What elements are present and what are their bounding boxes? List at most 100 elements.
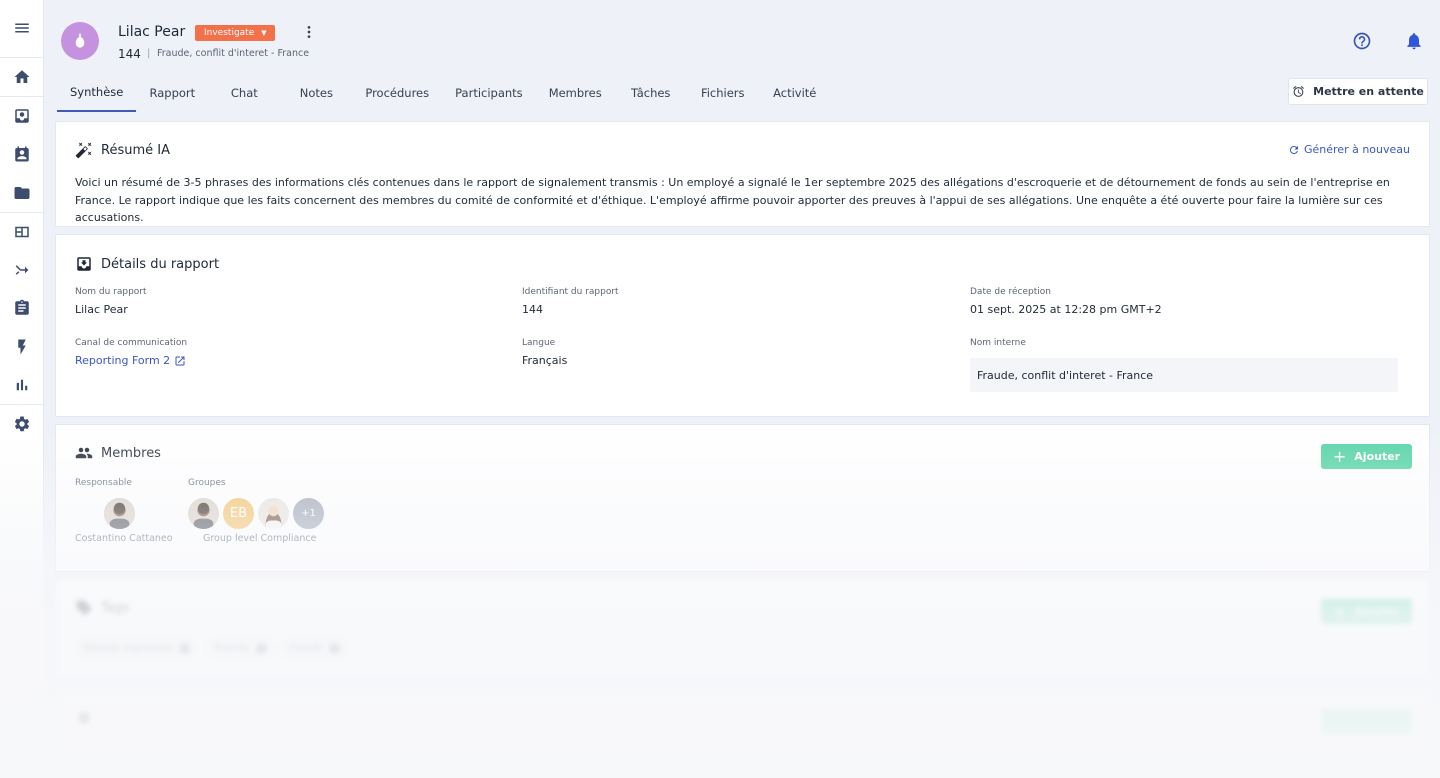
remove-tag-icon[interactable] (178, 642, 190, 654)
tab-activite[interactable]: Activité (759, 74, 831, 112)
tag-chip[interactable]: Fraude (281, 637, 349, 659)
contact-calendar-icon[interactable] (0, 135, 44, 173)
sidebar (0, 0, 44, 778)
language-label: Langue (522, 338, 556, 348)
group-name: Group level Compliance (203, 533, 317, 544)
responsible-name: Costantino Cattaneo (75, 533, 173, 544)
hold-button-label: Mettre en attente (1313, 85, 1424, 98)
bell-icon[interactable] (1404, 31, 1424, 51)
download-box-icon (77, 257, 91, 271)
case-separator: | (147, 48, 151, 59)
more-options-button[interactable] (301, 22, 317, 42)
people-icon (75, 447, 93, 459)
next-section-button[interactable] (1321, 709, 1412, 734)
tab-participants[interactable]: Participants (442, 74, 536, 112)
case-subtitle: Fraude, conflit d'interet - France (157, 48, 310, 59)
pear-icon (75, 33, 85, 48)
tab-rapport[interactable]: Rapport (136, 74, 208, 112)
report-details-card: Détails du rapport Nom du rapport Lilac … (55, 234, 1430, 417)
refresh-icon (1290, 145, 1298, 154)
status-label: Investigate (204, 28, 255, 38)
folder-icon[interactable] (0, 174, 44, 212)
home-icon[interactable] (0, 58, 44, 96)
table-icon[interactable] (0, 213, 44, 251)
tags-header: Tags (75, 599, 130, 617)
merge-icon[interactable] (0, 251, 44, 289)
help-icon[interactable] (1352, 31, 1372, 51)
tab-membres[interactable]: Membres (536, 74, 615, 112)
internal-name-label: Nom interne (970, 338, 1026, 348)
add-tag-label: Ajouter (1354, 605, 1401, 618)
plus-icon: + (1332, 446, 1347, 466)
gear-icon[interactable] (0, 405, 44, 443)
status-dropdown[interactable]: Investigate ▼ (195, 25, 275, 41)
received-date-label: Date de réception (970, 287, 1051, 297)
report-id-label: Identifiant du rapport (522, 287, 619, 297)
tag-label: Priority (214, 642, 250, 654)
person-photo-icon (188, 498, 219, 529)
received-date-value: 01 sept. 2025 at 12:28 pm GMT+2 (970, 303, 1162, 316)
section-icon (78, 712, 90, 724)
remove-tag-icon[interactable] (329, 642, 341, 654)
magic-wand-icon (75, 142, 92, 159)
remove-tag-icon[interactable] (255, 642, 267, 654)
tab-taches[interactable]: Tâches (615, 74, 687, 112)
menu-icon[interactable] (0, 9, 44, 47)
ai-summary-title: Résumé IA (101, 142, 170, 158)
report-name-value: Lilac Pear (75, 303, 128, 316)
add-member-label: Ajouter (1354, 450, 1401, 463)
group-member-avatar[interactable] (187, 497, 220, 530)
internal-name-value: Fraude, conflit d'interet - France (977, 368, 1154, 382)
language-value: Français (522, 354, 568, 367)
report-details-title: Détails du rapport (101, 256, 220, 272)
tab-fichiers[interactable]: Fichiers (687, 74, 759, 112)
alarm-icon (1293, 86, 1305, 97)
channel-value: Reporting Form 2 (75, 354, 171, 367)
add-member-button[interactable]: + Ajouter (1321, 444, 1412, 469)
tags-title: Tags (101, 600, 130, 616)
initials-text: EB (229, 506, 248, 521)
ai-summary-text: Voici un résumé de 3-5 phrases des infor… (75, 176, 1390, 224)
tab-synthese[interactable]: Synthèse (57, 74, 137, 112)
bar-chart-icon[interactable] (0, 366, 44, 404)
case-tabs: Synthèse Rapport Chat Notes Procédures P… (57, 74, 831, 112)
kebab-menu-icon (307, 26, 311, 38)
group-member-initials-avatar[interactable]: EB (222, 497, 255, 530)
internal-name-field[interactable]: Fraude, conflit d'interet - France (970, 358, 1398, 392)
ai-summary-header: Résumé IA (75, 141, 170, 159)
channel-link[interactable]: Reporting Form 2 (75, 354, 186, 367)
person-photo-icon (104, 498, 135, 529)
hold-button[interactable]: Mettre en attente (1288, 78, 1428, 105)
tab-chat[interactable]: Chat (208, 74, 280, 112)
members-card: Membres + Ajouter Responsable Costantino… (55, 424, 1430, 572)
clipboard-icon[interactable] (0, 289, 44, 327)
tag-chip[interactable]: Whistle Important (75, 637, 198, 659)
tag-icon (76, 600, 92, 616)
responsible-label: Responsable (75, 478, 132, 488)
tab-procedures[interactable]: Procédures (352, 74, 442, 112)
next-section-card (55, 688, 1430, 778)
inbox-icon[interactable] (0, 97, 44, 135)
tag-chip[interactable]: Priority (206, 637, 275, 659)
report-id-value: 144 (522, 303, 543, 316)
regenerate-label: Générer à nouveau (1304, 143, 1410, 156)
case-header: Lilac Pear Investigate ▼ 144 | Fraude, c… (45, 0, 1440, 112)
more-members-count: +1 (301, 508, 316, 519)
chevron-down-icon: ▼ (261, 29, 267, 37)
group-member-avatar[interactable] (257, 497, 290, 530)
members-title: Membres (101, 445, 161, 461)
members-header: Membres (75, 444, 161, 462)
case-id: 144 (118, 47, 141, 61)
ai-summary-card: Résumé IA Générer à nouveau Voici un rés… (55, 121, 1430, 227)
regenerate-button[interactable]: Générer à nouveau (1288, 143, 1410, 156)
responsible-avatar[interactable] (103, 497, 136, 530)
add-tag-button[interactable]: + Ajouter (1321, 599, 1412, 624)
tab-notes[interactable]: Notes (280, 74, 352, 112)
case-title: Lilac Pear (118, 24, 186, 40)
external-link-icon (175, 356, 185, 365)
report-name-label: Nom du rapport (75, 287, 147, 297)
more-members-badge[interactable]: +1 (292, 497, 325, 530)
plus-icon: + (1332, 601, 1347, 621)
channel-label: Canal de communication (75, 338, 188, 348)
bolt-icon[interactable] (0, 328, 44, 366)
